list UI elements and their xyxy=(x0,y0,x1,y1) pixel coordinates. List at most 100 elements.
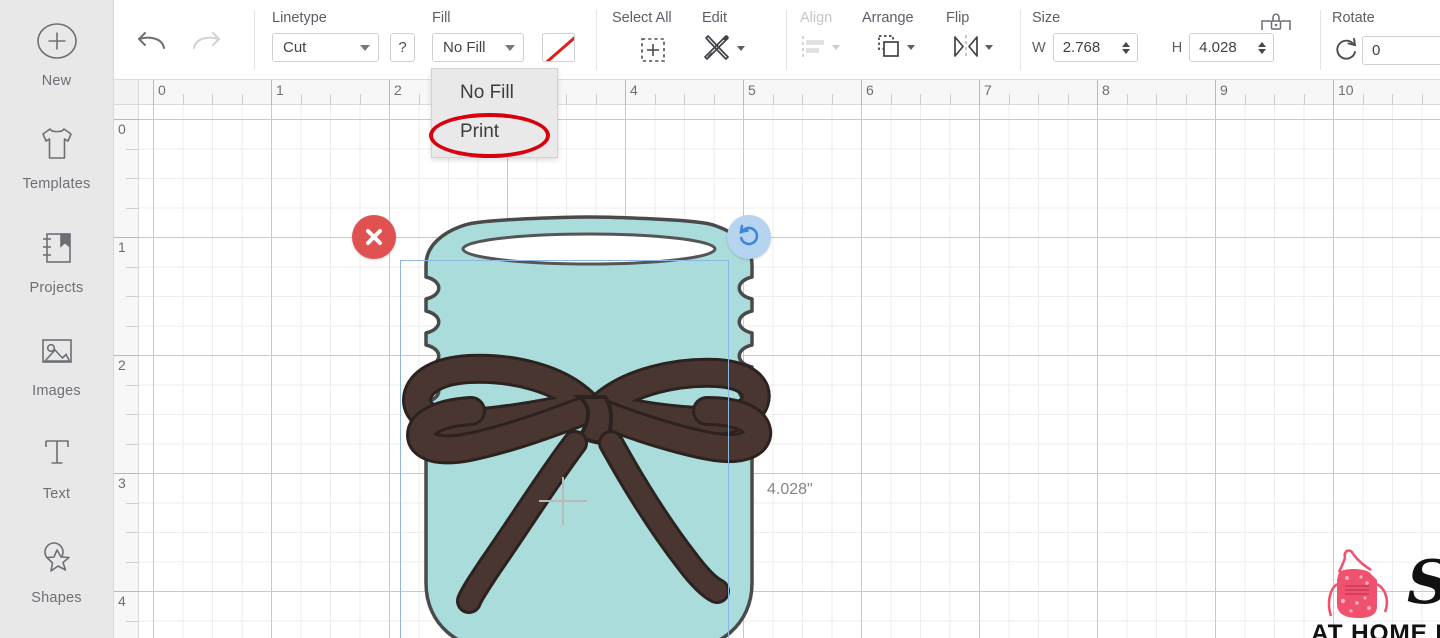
ruler-h-minor-tick xyxy=(1392,94,1393,105)
ruler-h-major-tick xyxy=(1097,80,1098,105)
linetype-value: Cut xyxy=(283,39,307,56)
ruler-h-minor-tick xyxy=(1067,94,1069,105)
ruler-h-minor-tick xyxy=(359,94,361,105)
linetype-help-button[interactable]: ? xyxy=(390,33,415,62)
watermark-logo: Slay AT HOME MOTHER xyxy=(1309,548,1440,638)
align-title: Align xyxy=(800,10,833,26)
ruler-v-minor-tick xyxy=(126,532,139,533)
ruler-h-minor-tick xyxy=(595,94,597,105)
ruler-h-label: 5 xyxy=(748,82,756,98)
select-all-button[interactable] xyxy=(634,33,672,67)
ruler-v-label: 3 xyxy=(118,475,126,491)
edit-button[interactable] xyxy=(702,33,745,63)
width-input[interactable] xyxy=(1062,39,1119,56)
rotate-field[interactable] xyxy=(1362,35,1440,65)
sidebar-item-new[interactable]: New xyxy=(0,18,114,121)
sidebar-item-projects[interactable]: Projects xyxy=(0,225,114,328)
select-all-title: Select All xyxy=(612,10,672,26)
toolbar-divider-4 xyxy=(1020,10,1021,70)
rotate-icon[interactable] xyxy=(1332,33,1362,67)
top-toolbar: Linetype Cut ? Fill No Fill Select All E… xyxy=(114,0,1440,80)
fill-color-swatch[interactable] xyxy=(542,33,575,62)
ruler-v-label: 1 xyxy=(118,239,126,255)
ruler-h-label: 2 xyxy=(394,82,402,98)
ruler-v-minor-tick xyxy=(126,296,139,297)
height-dimension-label: 4.028" xyxy=(767,481,813,498)
ruler-v-minor-tick xyxy=(126,414,139,415)
rotate-selection-button[interactable] xyxy=(727,215,771,259)
chevron-down-icon xyxy=(737,45,745,51)
redo-button[interactable] xyxy=(186,22,224,56)
mason-jar-with-bow-artwork[interactable] xyxy=(139,105,1440,638)
arrange-title: Arrange xyxy=(862,10,914,26)
fill-value: No Fill xyxy=(443,39,486,56)
ruler-v-minor-tick xyxy=(126,384,139,386)
sidebar-item-text[interactable]: Text xyxy=(0,431,114,534)
sidebar-item-templates[interactable]: Templates xyxy=(0,121,114,224)
design-space-window: New Templates Projects Images Text Shape… xyxy=(0,0,1440,638)
ruler-h-major-tick xyxy=(979,80,980,105)
vertical-ruler: 0 1 2 3 4 xyxy=(114,105,139,638)
book-bookmark-icon xyxy=(34,225,80,271)
ruler-h-minor-tick xyxy=(1244,94,1246,105)
ruler-v-label: 4 xyxy=(118,593,126,609)
sidebar-item-shapes[interactable]: Shapes xyxy=(0,535,114,638)
fill-title: Fill xyxy=(432,10,451,26)
fill-dropdown-menu[interactable]: No Fill Print xyxy=(431,68,558,158)
sidebar-label-templates: Templates xyxy=(22,176,91,193)
ruler-h-minor-tick xyxy=(1126,94,1128,105)
ruler-h-minor-tick xyxy=(890,94,892,105)
toolbar-divider-5 xyxy=(1320,10,1321,70)
ruler-v-minor-tick xyxy=(126,207,139,209)
ruler-h-minor-tick xyxy=(418,94,420,105)
chevron-down-icon xyxy=(907,44,915,50)
delete-selection-button[interactable] xyxy=(352,215,396,259)
rotate-input[interactable] xyxy=(1372,41,1440,59)
chevron-down-icon xyxy=(505,44,515,51)
chevron-down-icon xyxy=(985,44,993,50)
ruler-h-minor-tick xyxy=(1038,94,1039,105)
ruler-v-label: 2 xyxy=(118,357,126,373)
flip-title: Flip xyxy=(946,10,970,26)
ruler-v-major-tick xyxy=(114,119,139,120)
sidebar-label-text: Text xyxy=(42,486,71,503)
ruler-h-minor-tick xyxy=(949,94,951,105)
sidebar-label-shapes: Shapes xyxy=(31,589,82,606)
chevron-down-icon xyxy=(360,44,370,51)
fill-option-no-fill[interactable]: No Fill xyxy=(432,73,557,112)
height-stepper[interactable] xyxy=(1255,41,1271,54)
ruler-h-minor-tick xyxy=(1362,94,1364,105)
flip-button[interactable] xyxy=(950,33,993,61)
chevron-down-icon xyxy=(832,44,840,50)
ruler-v-major-tick xyxy=(114,591,139,592)
selection-bounding-box[interactable] xyxy=(400,260,729,638)
ruler-h-minor-tick xyxy=(566,94,567,105)
fill-option-print[interactable]: Print xyxy=(432,112,557,151)
ruler-h-minor-tick xyxy=(713,94,715,105)
ruler-v-minor-tick xyxy=(126,443,139,445)
sidebar-item-images[interactable]: Images xyxy=(0,328,114,431)
ruler-h-label: 1 xyxy=(276,82,284,98)
arrange-button[interactable] xyxy=(874,33,915,61)
ruler-h-minor-tick xyxy=(772,94,774,105)
toolbar-divider-2 xyxy=(596,10,597,70)
undo-button[interactable] xyxy=(134,22,172,56)
width-field[interactable] xyxy=(1052,33,1138,62)
aspect-lock-button[interactable] xyxy=(1260,10,1292,39)
ruler-h-major-tick xyxy=(1333,80,1334,105)
ruler-v-minor-tick xyxy=(126,502,139,504)
design-canvas[interactable]: 4.028" 012345678910 01234 xyxy=(114,80,1440,638)
linetype-title: Linetype xyxy=(272,10,327,26)
ruler-h-minor-tick xyxy=(654,94,656,105)
ruler-h-minor-tick xyxy=(241,94,243,105)
height-label: H xyxy=(1171,39,1183,56)
height-input[interactable] xyxy=(1199,39,1256,56)
ruler-v-minor-tick xyxy=(126,148,139,150)
align-button[interactable] xyxy=(799,33,840,61)
width-stepper[interactable] xyxy=(1119,41,1135,54)
ruler-h-minor-tick xyxy=(182,94,184,105)
linetype-select[interactable]: Cut xyxy=(272,33,379,62)
ruler-h-minor-tick xyxy=(1274,94,1275,105)
ruler-v-minor-tick xyxy=(126,266,139,268)
fill-select[interactable]: No Fill xyxy=(432,33,524,62)
